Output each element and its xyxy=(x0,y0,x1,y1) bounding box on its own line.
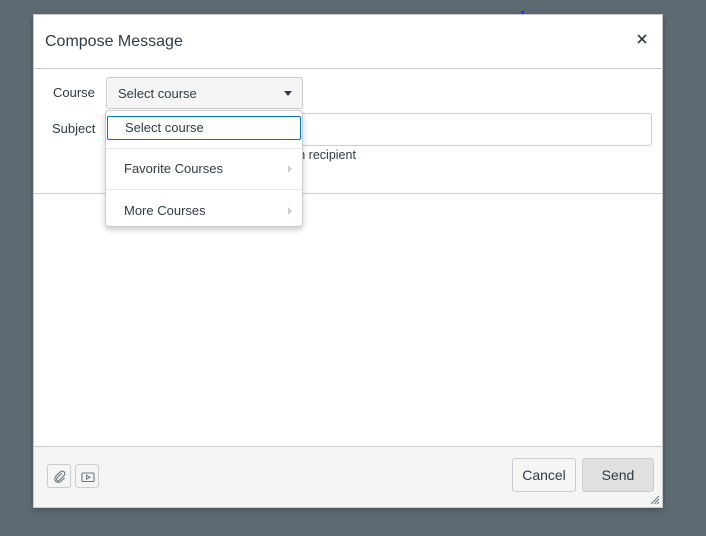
menu-divider xyxy=(106,148,302,149)
subject-label: Subject xyxy=(52,121,96,136)
caret-down-icon xyxy=(284,91,292,96)
paperclip-icon xyxy=(54,470,66,483)
compose-message-dialog: Compose Message Course Select course Sub… xyxy=(33,14,663,508)
dialog-title: Compose Message xyxy=(45,33,183,50)
menu-item-select-course[interactable]: Select course xyxy=(107,116,301,140)
dialog-header: Compose Message xyxy=(34,15,662,69)
cancel-button[interactable]: Cancel xyxy=(512,458,576,492)
media-icon xyxy=(81,472,95,483)
resize-handle-icon[interactable] xyxy=(650,495,660,505)
course-dropdown-menu: Select course Favorite Courses More Cour… xyxy=(105,110,303,227)
send-button[interactable]: Send xyxy=(582,458,654,492)
chevron-right-icon xyxy=(288,165,292,173)
close-icon xyxy=(637,34,647,44)
course-label: Course xyxy=(53,85,95,100)
dialog-footer: Cancel Send xyxy=(34,446,662,507)
chevron-right-icon xyxy=(288,207,292,215)
menu-item-more-courses[interactable]: More Courses xyxy=(106,199,302,223)
course-select[interactable]: Select course xyxy=(106,77,303,109)
attach-file-button[interactable] xyxy=(47,464,71,488)
message-body-input[interactable] xyxy=(34,194,662,447)
course-select-value: Select course xyxy=(118,86,197,101)
close-button[interactable] xyxy=(634,31,650,47)
menu-item-favorite-courses[interactable]: Favorite Courses xyxy=(106,157,302,181)
record-media-button[interactable] xyxy=(75,464,99,488)
menu-divider xyxy=(106,189,302,190)
